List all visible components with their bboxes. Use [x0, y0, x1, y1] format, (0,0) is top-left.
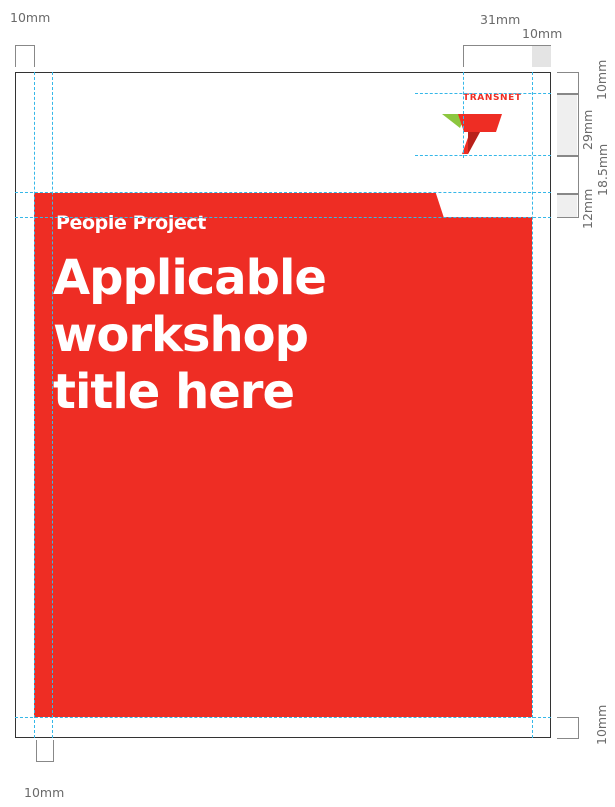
guide-bottom-margin [15, 717, 551, 718]
dim-bottom-left: 10mm [24, 785, 65, 800]
dim-top-left: 10mm [10, 10, 51, 25]
title-line-2: workshop [53, 307, 309, 363]
subtitle: People Project [56, 212, 206, 234]
guide-left-margin [34, 72, 35, 738]
dim-right-bottom: 10mm [594, 704, 609, 745]
dim-right-logo: 29mm [580, 109, 595, 150]
bracket-top-left [15, 45, 35, 67]
dim-right-top: 10mm [594, 59, 609, 100]
dim-right-band: 12mm [580, 188, 595, 229]
guide-logo-left [463, 72, 464, 158]
dim-right-clearance: 18.5mm [595, 143, 610, 196]
guide-left-inner [52, 72, 53, 738]
bracket-right-top [557, 72, 579, 94]
logo-wordmark: TRANSNET [463, 93, 522, 103]
grey-right-logo [557, 95, 577, 155]
title-line-3: title here [53, 364, 295, 420]
grey-right-band [557, 195, 577, 217]
title-line-1: Applicable [53, 250, 327, 306]
guide-top-band [15, 192, 551, 193]
guide-panel-top [15, 217, 551, 218]
guide-logo-bottom [415, 155, 551, 156]
dim-top-right-outer: 31mm [480, 12, 521, 27]
dim-top-right-inner: 10mm [522, 26, 563, 41]
grey-top-right [532, 46, 551, 67]
title: Applicable workshop title here [53, 250, 473, 421]
guide-logo-top [415, 93, 551, 94]
bracket-bottom-left [36, 740, 54, 762]
bracket-right-clearance [557, 156, 579, 194]
bracket-right-bottom [557, 717, 579, 739]
transnet-logo-icon [442, 114, 502, 154]
guide-right-margin [532, 72, 533, 738]
